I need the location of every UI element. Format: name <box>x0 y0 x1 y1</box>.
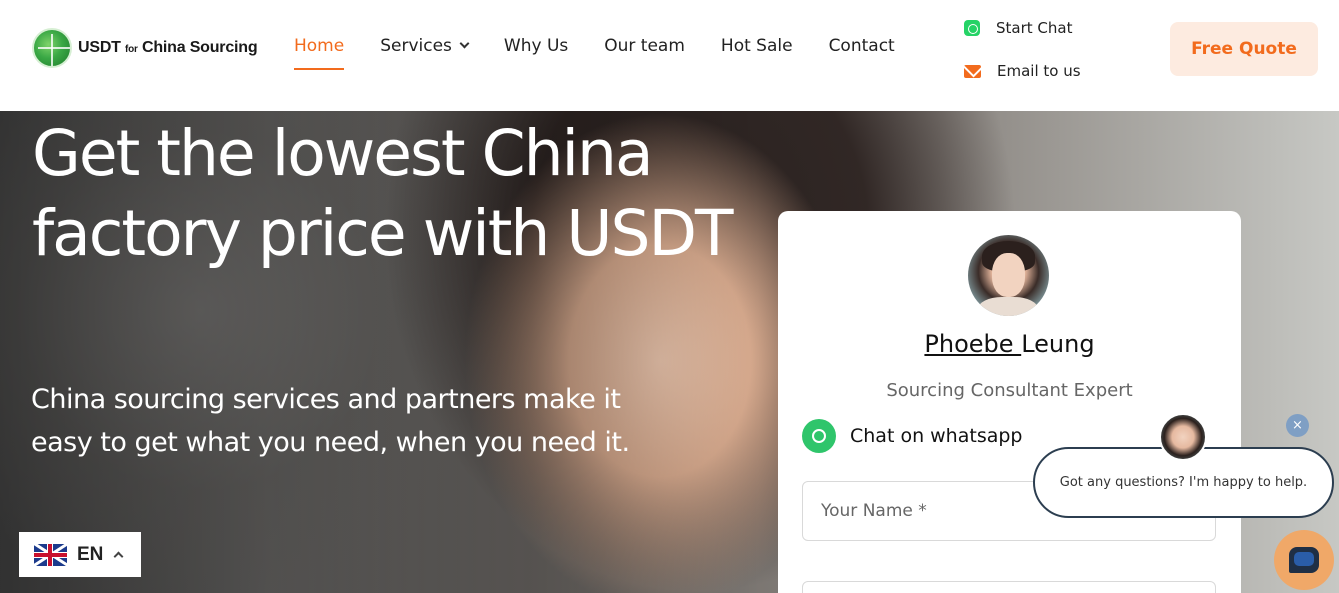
whatsapp-chat-link[interactable]: Chat on whatsapp <box>802 419 1022 453</box>
nav-hot-sale[interactable]: Hot Sale <box>721 36 793 70</box>
brand-name-small: for <box>125 44 138 55</box>
start-chat-link[interactable]: Start Chat <box>964 19 1072 37</box>
start-chat-label: Start Chat <box>996 19 1073 37</box>
close-icon[interactable]: × <box>1286 414 1309 437</box>
chat-launcher-button[interactable] <box>1274 530 1334 590</box>
globe-icon <box>32 28 72 68</box>
envelope-icon <box>964 64 981 78</box>
nav-why-us[interactable]: Why Us <box>504 36 568 70</box>
hero-title: Get the lowest China factory price with … <box>32 117 733 270</box>
whatsapp-icon <box>802 419 836 453</box>
agent-last-name: Leung <box>1021 330 1095 358</box>
brand-name-suffix: China Sourcing <box>142 39 258 56</box>
nav-services[interactable]: Services <box>380 36 470 70</box>
nav-our-team[interactable]: Our team <box>604 36 685 70</box>
avatar-body <box>978 297 1038 316</box>
language-selector[interactable]: EN <box>19 532 141 577</box>
brand-name-prefix: USDT <box>78 39 121 56</box>
email-label: Email to us <box>997 62 1081 80</box>
free-quote-button[interactable]: Free Quote <box>1170 22 1318 76</box>
main-nav: Home Services Why Us Our team Hot Sale C… <box>294 36 931 70</box>
hero-subtitle: China sourcing services and partners mak… <box>31 384 630 458</box>
whatsapp-icon <box>964 20 980 36</box>
nav-services-label: Services <box>380 36 452 56</box>
agent-name: Phoebe Leung <box>778 330 1241 358</box>
brand-name: USDT for China Sourcing <box>78 39 258 57</box>
avatar-face <box>992 253 1025 297</box>
chevron-up-icon <box>113 551 124 562</box>
nav-home[interactable]: Home <box>294 36 345 70</box>
chevron-down-icon <box>459 38 470 49</box>
site-header: USDT for China Sourcing Home Services Wh… <box>0 0 1339 111</box>
chat-agent-avatar <box>1159 413 1207 461</box>
agent-title: Sourcing Consultant Expert <box>886 380 1133 401</box>
agent-first-name-link[interactable]: Phoebe <box>924 330 1021 358</box>
whatsapp-label: Chat on whatsapp <box>850 425 1023 447</box>
email-link[interactable]: Email to us <box>964 62 1081 80</box>
chat-bubble-icon <box>1289 547 1319 573</box>
brand-logo[interactable]: USDT for China Sourcing <box>32 28 258 68</box>
agent-avatar <box>968 235 1049 316</box>
email-field[interactable] <box>802 581 1216 593</box>
language-code: EN <box>77 543 104 565</box>
nav-contact[interactable]: Contact <box>829 36 895 70</box>
uk-flag-icon <box>34 543 67 566</box>
